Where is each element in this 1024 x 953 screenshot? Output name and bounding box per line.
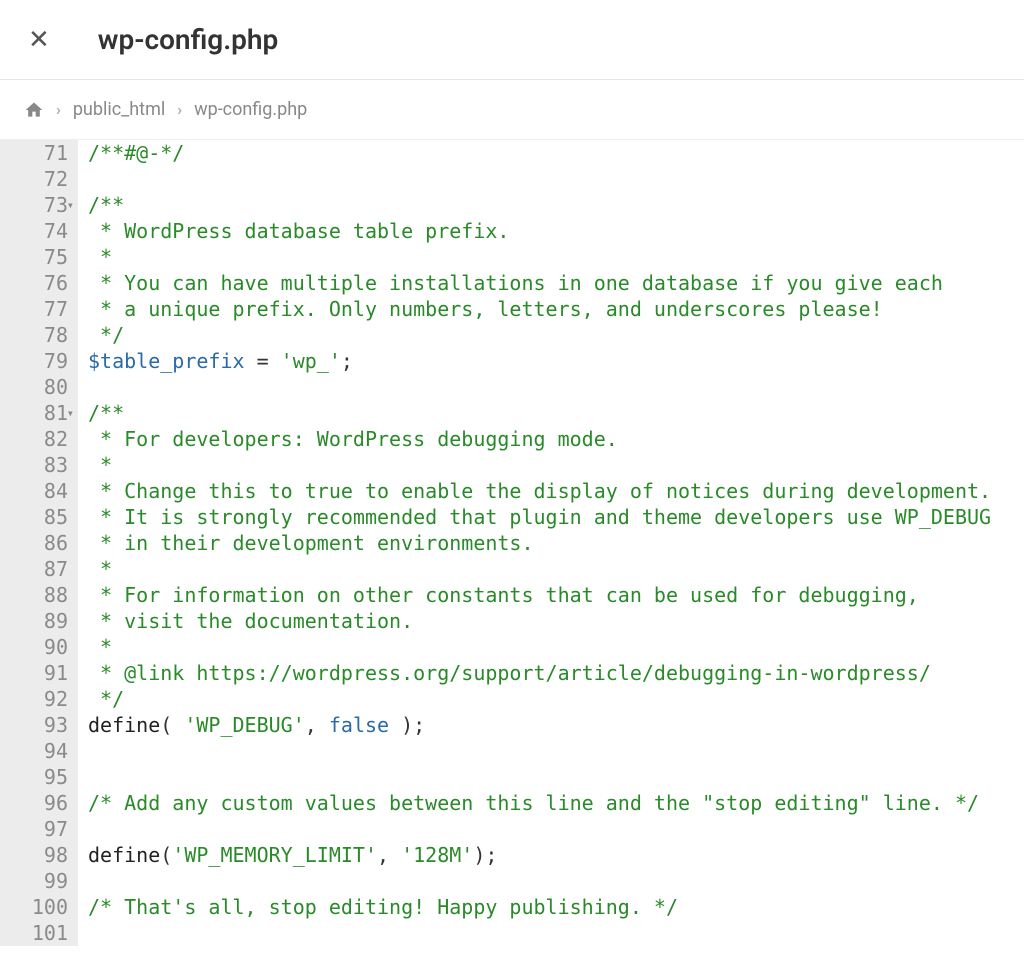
line-number-gutter: 7172737475767778798081828384858687888990… [0, 140, 78, 946]
line-number: 88 [0, 582, 68, 608]
line-number: 86 [0, 530, 68, 556]
code-line[interactable] [88, 166, 991, 192]
code-line[interactable]: * [88, 556, 991, 582]
code-line[interactable]: * visit the documentation. [88, 608, 991, 634]
code-line[interactable]: /** [88, 192, 991, 218]
code-line[interactable]: /* Add any custom values between this li… [88, 790, 991, 816]
line-number: 71 [0, 140, 68, 166]
code-line[interactable] [88, 374, 991, 400]
code-line[interactable]: /**#@-*/ [88, 140, 991, 166]
code-line[interactable]: * For developers: WordPress debugging mo… [88, 426, 991, 452]
line-number: 72 [0, 166, 68, 192]
code-line[interactable]: * It is strongly recommended that plugin… [88, 504, 991, 530]
code-line[interactable] [88, 816, 991, 842]
line-number: 96 [0, 790, 68, 816]
line-number: 95 [0, 764, 68, 790]
breadcrumb-item-file[interactable]: wp-config.php [194, 99, 307, 120]
code-line[interactable]: /* That's all, stop editing! Happy publi… [88, 894, 991, 920]
code-line[interactable] [88, 738, 991, 764]
line-number: 91 [0, 660, 68, 686]
code-editor[interactable]: 7172737475767778798081828384858687888990… [0, 140, 1024, 946]
line-number: 78 [0, 322, 68, 348]
header-title: wp-config.php [98, 23, 279, 56]
code-line[interactable]: */ [88, 686, 991, 712]
line-number: 75 [0, 244, 68, 270]
line-number: 74 [0, 218, 68, 244]
code-line[interactable]: * in their development environments. [88, 530, 991, 556]
code-line[interactable]: * [88, 244, 991, 270]
header-bar: ✕ wp-config.php [0, 0, 1024, 80]
line-number: 73 [0, 192, 68, 218]
line-number: 99 [0, 868, 68, 894]
line-number: 84 [0, 478, 68, 504]
code-line[interactable]: * [88, 452, 991, 478]
line-number: 82 [0, 426, 68, 452]
code-line[interactable]: * For information on other constants tha… [88, 582, 991, 608]
code-line[interactable] [88, 764, 991, 790]
chevron-right-icon: › [177, 100, 182, 119]
line-number: 90 [0, 634, 68, 660]
chevron-right-icon: › [56, 100, 61, 119]
line-number: 98 [0, 842, 68, 868]
line-number: 97 [0, 816, 68, 842]
code-line[interactable] [88, 920, 991, 946]
code-line[interactable]: * You can have multiple installations in… [88, 270, 991, 296]
line-number: 101 [0, 920, 68, 946]
code-line[interactable]: * @link https://wordpress.org/support/ar… [88, 660, 991, 686]
code-line[interactable]: * a unique prefix. Only numbers, letters… [88, 296, 991, 322]
code-line[interactable]: * Change this to true to enable the disp… [88, 478, 991, 504]
line-number: 92 [0, 686, 68, 712]
line-number: 93 [0, 712, 68, 738]
code-line[interactable]: * WordPress database table prefix. [88, 218, 991, 244]
line-number: 100 [0, 894, 68, 920]
line-number: 94 [0, 738, 68, 764]
code-line[interactable]: */ [88, 322, 991, 348]
home-icon[interactable] [24, 100, 44, 120]
code-line[interactable]: define( 'WP_DEBUG', false ); [88, 712, 991, 738]
breadcrumb-item-folder[interactable]: public_html [73, 99, 165, 120]
breadcrumb: › public_html › wp-config.php [0, 80, 1024, 140]
line-number: 80 [0, 374, 68, 400]
code-line[interactable]: /** [88, 400, 991, 426]
code-content[interactable]: /**#@-*/ /** * WordPress database table … [78, 140, 991, 946]
line-number: 79 [0, 348, 68, 374]
code-line[interactable]: $table_prefix = 'wp_'; [88, 348, 991, 374]
line-number: 77 [0, 296, 68, 322]
line-number: 87 [0, 556, 68, 582]
line-number: 83 [0, 452, 68, 478]
line-number: 85 [0, 504, 68, 530]
code-line[interactable]: define('WP_MEMORY_LIMIT', '128M'); [88, 842, 991, 868]
line-number: 89 [0, 608, 68, 634]
close-icon[interactable]: ✕ [28, 27, 50, 53]
line-number: 81 [0, 400, 68, 426]
code-line[interactable]: * [88, 634, 991, 660]
line-number: 76 [0, 270, 68, 296]
code-line[interactable] [88, 868, 991, 894]
